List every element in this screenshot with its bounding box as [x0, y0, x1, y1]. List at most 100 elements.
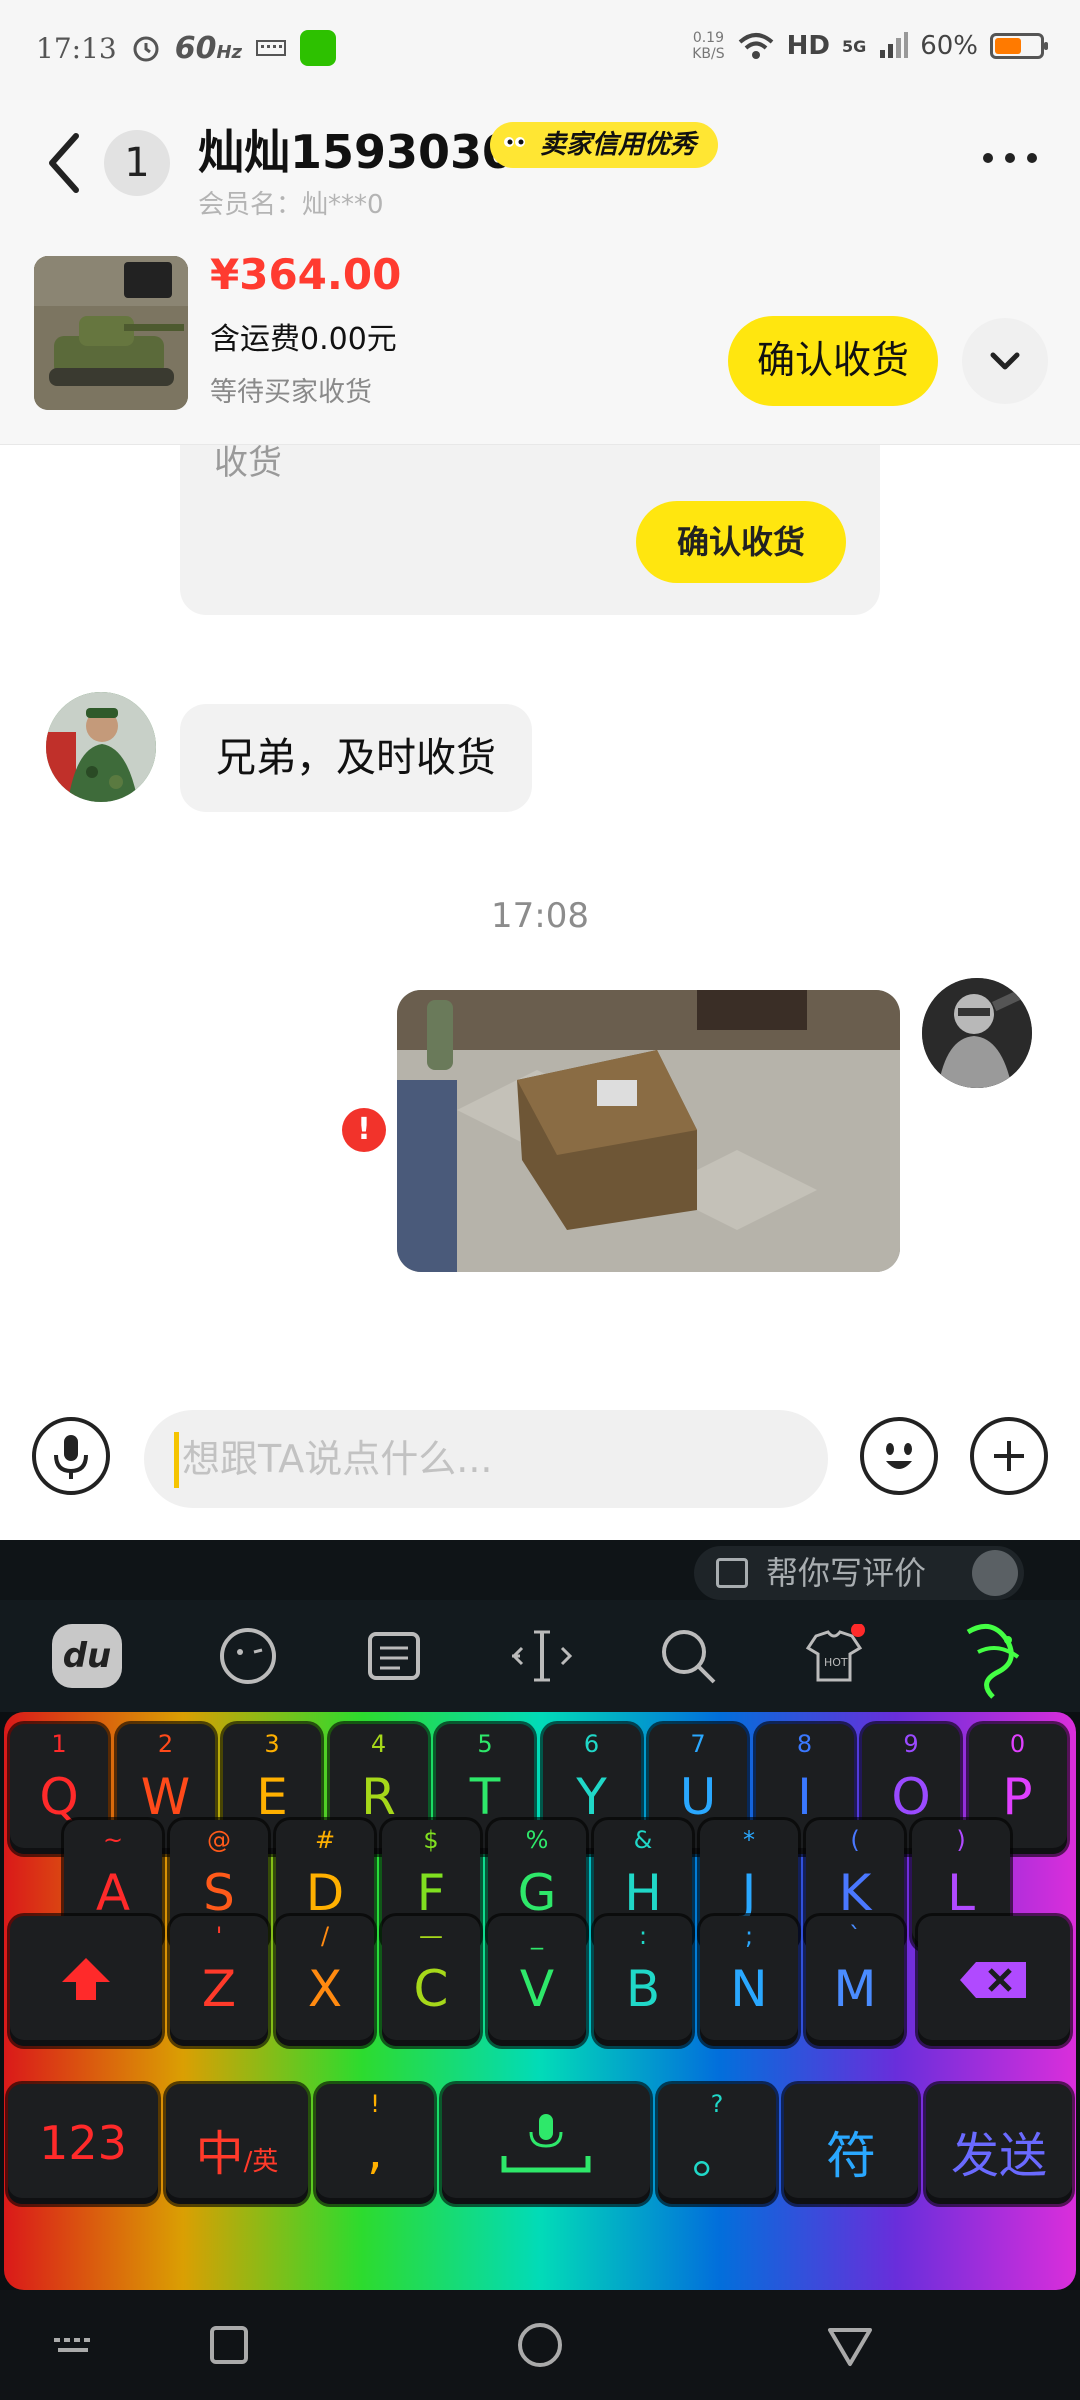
key-area: 1Q2W3E4R5T6Y7U8I9O0P ~ A @ S # D $ F% G & H * J(K) L … [0, 1712, 1080, 2290]
key-label: E [256, 1768, 288, 1826]
key-label: W [140, 1768, 191, 1826]
confirm-receipt-button[interactable]: 确认收货 [728, 316, 938, 406]
key-label: J [741, 1864, 757, 1922]
back-nav-icon[interactable] [825, 2320, 875, 2370]
text-message[interactable]: 兄弟，及时收货 [180, 704, 532, 812]
chat-header: 1 灿灿1593030 卖家信用优秀 会员名：灿***0 ¥364.00 含运费… [0, 100, 1080, 445]
recents-icon[interactable] [204, 2320, 254, 2370]
product-thumbnail[interactable] [34, 256, 188, 410]
cursor-move-icon[interactable] [510, 1624, 574, 1688]
unread-count-badge[interactable]: 1 [104, 130, 170, 196]
key-secondary-label: # [314, 1826, 336, 1854]
contact-name[interactable]: 灿灿1593030 [198, 116, 514, 182]
key-secondary-label: ~ [102, 1826, 124, 1854]
signal-icon [880, 32, 909, 58]
key-label: Y [576, 1768, 607, 1826]
key-label: V [519, 1960, 555, 2018]
symbols-key[interactable]: 符 [784, 2084, 918, 2204]
key-secondary-label: _ [531, 1922, 543, 1950]
key-b[interactable]: :B [594, 1916, 692, 2046]
key-secondary-label: 5 [477, 1730, 493, 1758]
key-secondary-label: ; [744, 1922, 754, 1950]
key-label: O [891, 1768, 931, 1826]
collapse-button[interactable] [962, 318, 1048, 404]
keyboard-toolbar: du HOT [0, 1600, 1080, 1712]
message-timestamp: 17:08 [491, 896, 589, 936]
key-n[interactable]: ; N [700, 1916, 798, 2046]
robot-photo [922, 978, 1032, 1088]
send-key[interactable]: 发送 [926, 2084, 1072, 2204]
image-message[interactable] [397, 990, 900, 1272]
key-secondary-label: 6 [583, 1730, 600, 1758]
chevron-down-icon [990, 352, 1020, 370]
clock-time: 17:13 [36, 31, 117, 65]
key-label: D [305, 1864, 345, 1922]
card-confirm-receipt-button[interactable]: 确认收货 [636, 501, 846, 583]
period-key[interactable]: ?。 [658, 2084, 776, 2204]
network-type: 5G [841, 36, 867, 56]
key-secondary-label: 0 [1009, 1730, 1026, 1758]
lock-icon [972, 1550, 1018, 1596]
write-review-chip[interactable]: 帮你写评价 [694, 1546, 1024, 1600]
key-secondary-label: : [638, 1922, 648, 1950]
contact-avatar[interactable] [46, 692, 156, 802]
keyboard-suggestion-strip: 帮你写评价 [0, 1540, 1080, 1600]
clipboard-icon[interactable] [362, 1624, 426, 1688]
space-voice-key[interactable] [442, 2084, 650, 2204]
more-actions-button[interactable] [970, 1417, 1048, 1495]
card-text: 收货 [214, 443, 282, 483]
back-icon[interactable] [40, 128, 90, 198]
key-label: U [679, 1768, 717, 1826]
key-label: Z [201, 1960, 237, 2018]
backspace-key[interactable] [918, 1916, 1070, 2046]
key-m[interactable]: ` M [806, 1916, 904, 2046]
shift-key[interactable] [10, 1916, 162, 2046]
language-switch-key[interactable]: 中/英 [166, 2084, 308, 2204]
comma-key[interactable]: !, [316, 2084, 434, 2204]
key-v[interactable]: _ V [488, 1916, 586, 2046]
key-label: L [947, 1864, 975, 1922]
key-secondary-label: ` [849, 1922, 861, 1950]
mascot-face-icon [500, 130, 530, 160]
message-input-placeholder: 想跟TA说点什么... [182, 1437, 493, 1481]
emoticon-icon[interactable] [216, 1624, 280, 1688]
key-x[interactable]: / X [276, 1916, 374, 2046]
key-secondary-label: 9 [903, 1730, 919, 1758]
emoji-button[interactable] [860, 1417, 938, 1495]
key-secondary-label: % [525, 1826, 549, 1854]
microphone-icon [54, 1435, 88, 1479]
member-name: 会员名：灿***0 [198, 190, 384, 220]
key-z[interactable]: ' Z [170, 1916, 268, 2046]
backspace-icon [960, 1962, 1026, 1998]
voice-button[interactable] [32, 1417, 110, 1495]
navigation-bar [0, 2290, 1080, 2400]
key-secondary-label: ( [850, 1826, 860, 1854]
refresh-rate: 60Hz [174, 30, 242, 66]
order-status: 等待买家收货 [210, 377, 372, 408]
razer-snake-icon[interactable] [948, 1612, 1038, 1702]
key-c[interactable]: — C [382, 1916, 480, 2046]
skin-shirt-icon[interactable]: HOT [802, 1624, 866, 1688]
key-secondary-label: — [419, 1922, 443, 1950]
key-secondary-label: 3 [264, 1730, 280, 1758]
key-label: M [833, 1960, 877, 2018]
more-dots-icon[interactable] [980, 148, 1040, 168]
numeric-key[interactable]: 123 [8, 2084, 158, 2204]
key-secondary-label: $ [423, 1826, 439, 1854]
wechat-icon [300, 30, 336, 66]
key-secondary-label: 8 [796, 1730, 813, 1758]
baidu-bear-icon[interactable]: du [52, 1624, 122, 1688]
keyboard-hide-icon[interactable] [50, 2320, 100, 2370]
key-label: G [517, 1864, 557, 1922]
key-secondary-label: @ [207, 1826, 231, 1854]
my-avatar[interactable] [922, 978, 1032, 1088]
wifi-icon [738, 33, 773, 59]
search-icon[interactable] [656, 1624, 720, 1688]
message-input[interactable]: 想跟TA说点什么... [144, 1410, 828, 1508]
key-secondary-label: ) [956, 1826, 966, 1854]
seller-credit-badge[interactable]: 卖家信用优秀 [490, 122, 719, 168]
home-icon[interactable] [515, 2320, 565, 2370]
send-failed-icon[interactable]: ! [342, 1108, 386, 1152]
key-label: A [95, 1864, 131, 1922]
key-label: F [416, 1864, 446, 1922]
